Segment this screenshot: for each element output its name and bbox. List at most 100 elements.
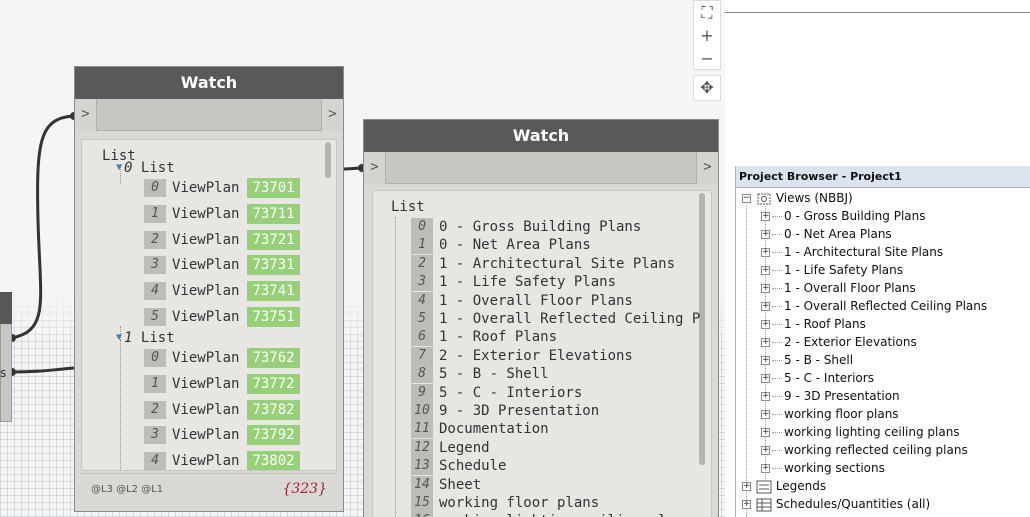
watch-node-2[interactable]: Watch > > List 0 0 - Gross Building Plans…: [363, 119, 719, 517]
list-item: 4 1 - Overall Floor Plans: [411, 291, 633, 311]
expand-toggle[interactable]: +: [761, 392, 770, 401]
expand-toggle[interactable]: +: [761, 266, 770, 275]
expand-toggle[interactable]: +: [761, 356, 770, 365]
output-port[interactable]: >: [696, 152, 718, 184]
zoom-fit-icon[interactable]: ⛶: [694, 1, 720, 24]
element-id[interactable]: 73792: [247, 425, 300, 446]
list-levels[interactable]: @L3 @L2 @L1: [91, 484, 163, 495]
expand-toggle[interactable]: +: [761, 446, 770, 455]
expand-toggle[interactable]: +: [761, 230, 770, 239]
expand-toggle[interactable]: +: [742, 482, 751, 491]
list-item: 11 Documentation: [411, 419, 549, 439]
tree-item-views[interactable]: Views (NBBJ): [756, 189, 853, 207]
list-item: 2 1 - Architectural Site Plans: [411, 254, 675, 274]
tree-item-view-group[interactable]: working floor plans: [784, 405, 899, 423]
collapse-triangle-icon[interactable]: ▼: [116, 158, 122, 178]
list-item: 9 5 - C - Interiors: [411, 383, 582, 403]
item-index: 4: [144, 452, 166, 470]
item-value: Legend: [439, 439, 490, 456]
expand-toggle[interactable]: +: [761, 212, 770, 221]
expand-toggle[interactable]: +: [761, 320, 770, 329]
list-item: 6 1 - Roof Plans: [411, 327, 557, 347]
item-value: 0 - Gross Building Plans: [439, 219, 642, 235]
pan-icon[interactable]: ✥: [694, 76, 720, 99]
tree-item-view-group[interactable]: 9 - 3D Presentation: [784, 387, 900, 405]
list-item: 0 ViewPlan 73701: [144, 178, 300, 198]
watch-node-1[interactable]: Watch > > List ▼ 0 List 0 ViewPlan 73701 1 Vie…: [74, 66, 344, 512]
tree-item-view-group[interactable]: 1 - Overall Reflected Ceiling Plans: [784, 297, 987, 315]
tree-item-schedules[interactable]: Schedules/Quantities (all): [756, 495, 930, 513]
watch-preview[interactable]: List ▼ 0 List 0 ViewPlan 73701 1 ViewPlan 73711…: [81, 139, 337, 471]
item-value: 1 - Life Safety Plans: [439, 274, 617, 291]
item-index: 5: [144, 308, 166, 326]
list-item: 14 Sheet: [411, 475, 481, 495]
tree-item-view-group[interactable]: 5 - C - Interiors: [784, 369, 874, 387]
expand-toggle[interactable]: +: [761, 428, 770, 437]
input-port[interactable]: >: [364, 152, 386, 184]
element-id[interactable]: 73711: [247, 203, 300, 224]
tree-item-view-group[interactable]: 0 - Gross Building Plans: [784, 207, 926, 225]
tree-item-view-group[interactable]: 1 - Architectural Site Plans: [784, 243, 943, 261]
scrollbar[interactable]: [325, 142, 331, 178]
element-id[interactable]: 73751: [247, 307, 300, 327]
element-id[interactable]: 73741: [247, 281, 300, 302]
element-id[interactable]: 73802: [247, 451, 300, 470]
list-item: 12 Legend: [411, 438, 490, 458]
sublist-header[interactable]: ▼ 1 List: [116, 328, 175, 348]
tree-item-view-group[interactable]: 1 - Roof Plans: [784, 315, 866, 333]
tree-item-view-group[interactable]: 1 - Overall Floor Plans: [784, 279, 916, 297]
item-type: ViewPlan: [172, 257, 240, 274]
expand-toggle[interactable]: +: [742, 500, 751, 509]
scrollbar[interactable]: [699, 193, 705, 465]
list-item: 10 9 - 3D Presentation: [411, 401, 599, 421]
collapse-triangle-icon[interactable]: ▼: [116, 328, 122, 348]
list-item: 2 ViewPlan 73782: [144, 399, 300, 420]
list-item: 3 ViewPlan 73792: [144, 425, 300, 446]
tree-item-view-group[interactable]: working lighting ceiling plans: [784, 423, 960, 441]
item-value: 2 - Exterior Elevations: [439, 347, 633, 364]
element-id[interactable]: 73782: [247, 399, 300, 420]
expand-toggle[interactable]: +: [761, 338, 770, 347]
port-row: > >: [75, 99, 343, 131]
output-port[interactable]: >: [321, 99, 343, 131]
graph-canvas[interactable]: s ⛶ + − ✥ Watch > > List ▼ 0 List 0 ViewPla…: [0, 0, 725, 517]
collapse-toggle[interactable]: −: [742, 194, 751, 203]
item-value: Sheet: [439, 476, 482, 493]
element-id[interactable]: 73772: [247, 373, 300, 394]
zoom-in-icon[interactable]: +: [694, 24, 720, 47]
list-item: 8 5 - B - Shell: [411, 364, 549, 384]
expand-toggle[interactable]: +: [761, 410, 770, 419]
item-type: ViewPlan: [172, 350, 240, 366]
element-id[interactable]: 73762: [247, 348, 300, 368]
expand-toggle[interactable]: +: [761, 248, 770, 257]
expand-toggle[interactable]: +: [761, 284, 770, 293]
list-item: 4 ViewPlan 73802: [144, 451, 300, 470]
item-index: 0: [144, 349, 166, 367]
tree-item-view-group[interactable]: 5 - B - Shell: [784, 351, 853, 369]
item-value: working lighting ceiling plans: [439, 513, 692, 517]
sublist-header[interactable]: ▼ 0 List: [116, 158, 175, 178]
list-root-label: List: [391, 199, 425, 215]
tree-item-view-group[interactable]: 0 - Net Area Plans: [784, 225, 892, 243]
item-index: 6: [411, 328, 433, 347]
tree-item-view-group[interactable]: working sections: [784, 459, 885, 477]
list-item: 2 ViewPlan 73721: [144, 229, 300, 250]
tree-item-view-group[interactable]: 1 - Life Safety Plans: [784, 261, 903, 279]
list-item: 13 Schedule: [411, 456, 506, 476]
input-port[interactable]: >: [75, 99, 97, 131]
item-index: 1: [144, 204, 166, 223]
expand-toggle[interactable]: +: [761, 302, 770, 311]
item-value: Schedule: [439, 458, 507, 475]
zoom-out-icon[interactable]: −: [694, 47, 720, 70]
element-id[interactable]: 73701: [247, 178, 300, 198]
element-id[interactable]: 73721: [247, 229, 300, 250]
item-index: 2: [144, 230, 166, 249]
element-id[interactable]: 73731: [247, 255, 300, 276]
expand-toggle[interactable]: +: [761, 464, 770, 473]
tree-item-view-group[interactable]: 2 - Exterior Elevations: [784, 333, 917, 351]
watch-preview[interactable]: List 0 0 - Gross Building Plans 1 0 - Net A…: [372, 190, 712, 517]
list-item: 1 ViewPlan 73711: [144, 203, 300, 224]
tree-item-legends[interactable]: Legends: [756, 477, 826, 495]
expand-toggle[interactable]: +: [761, 374, 770, 383]
tree-item-view-group[interactable]: working reflected ceiling plans: [784, 441, 968, 459]
